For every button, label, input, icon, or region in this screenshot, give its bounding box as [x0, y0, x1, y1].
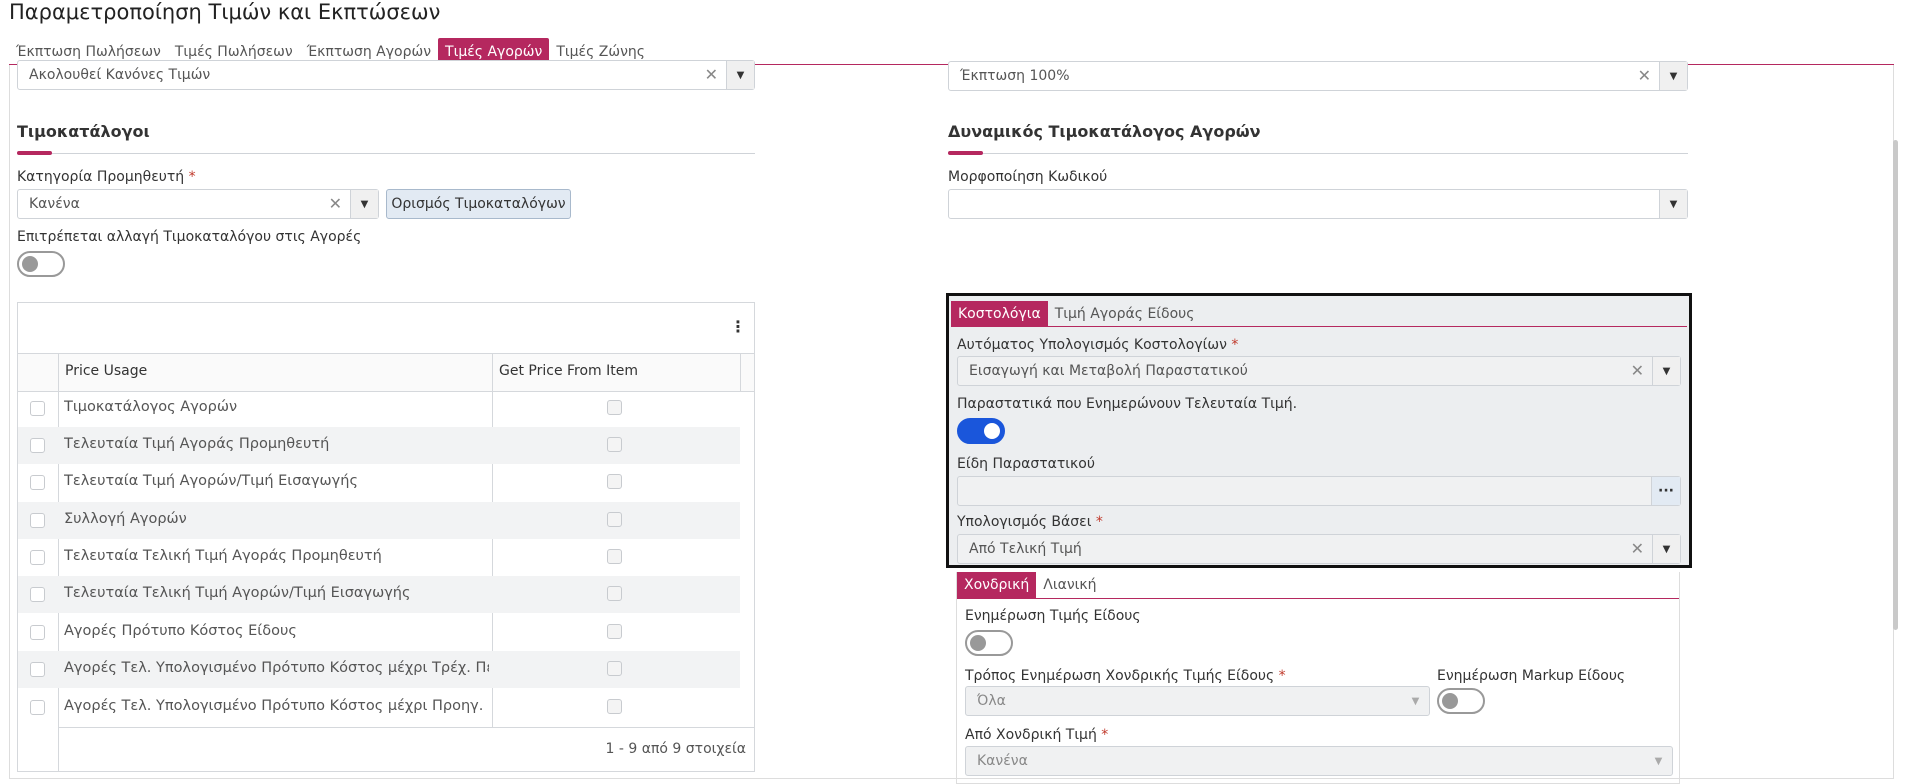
clear-icon[interactable]: ✕	[1631, 535, 1644, 563]
ellipsis-icon[interactable]: ···	[1651, 477, 1680, 505]
calc-basis-label: Υπολογισμός Βάσει *	[957, 514, 1103, 530]
chevron-down-icon[interactable]: ▼	[1652, 357, 1680, 385]
row-checkbox[interactable]	[30, 438, 45, 453]
column-header-price-usage[interactable]: Price Usage	[65, 363, 147, 379]
section-accent	[948, 151, 983, 155]
allow-change-toggle[interactable]	[17, 251, 65, 277]
row-checkbox[interactable]	[30, 700, 45, 715]
row-checkbox[interactable]	[30, 401, 45, 416]
from-wholesale-label: Από Χονδρική Τιμή *	[965, 727, 1109, 743]
table-row[interactable]: Αγορές Πρότυπο Κόστος Είδους	[18, 614, 740, 651]
section-divider	[948, 153, 1688, 154]
tab-wholesale[interactable]: Χονδρική	[957, 572, 1037, 598]
row-checkbox[interactable]	[30, 625, 45, 640]
get-price-checkbox	[607, 474, 622, 489]
from-wholesale-select[interactable]: Κανένα ▼	[965, 746, 1673, 776]
update-item-price-toggle[interactable]	[965, 630, 1013, 656]
section-accent	[17, 151, 52, 155]
pager-info: 1 - 9 από 9 στοιχεία	[605, 741, 746, 757]
get-price-checkbox	[607, 400, 622, 415]
price-update-panel: Χονδρική Λιανική Ενημέρωση Τιμής Είδους …	[956, 572, 1680, 784]
grid-header: Price Usage Get Price From Item	[18, 353, 754, 392]
table-row[interactable]: Τελευταία Τελική Τιμή Αγορών/Τιμή Εισαγω…	[18, 576, 740, 613]
table-row[interactable]: Τελευταία Τιμή Αγορών/Τιμή Εισαγωγής	[18, 464, 740, 501]
kebab-icon[interactable]: ⋮	[730, 317, 746, 336]
row-checkbox[interactable]	[30, 513, 45, 528]
chevron-down-icon[interactable]: ▼	[1652, 535, 1680, 563]
table-row[interactable]: Τελευταία Τελική Τιμή Αγοράς Προμηθευτή	[18, 539, 740, 576]
code-format-select[interactable]: ▼	[948, 189, 1688, 219]
discount-select[interactable]: Έκπτωση 100% ✕ ▼	[948, 61, 1688, 91]
price-tabs: Χονδρική Λιανική	[957, 572, 1104, 598]
chevron-down-icon[interactable]: ▼	[726, 61, 754, 89]
docs-update-toggle[interactable]	[957, 418, 1005, 444]
pricelists-section-title: Τιμοκατάλογοι	[17, 122, 150, 141]
dynamic-pricelist-section-title: Δυναμικός Τιμοκατάλογος Αγορών	[948, 122, 1261, 141]
tab-costings[interactable]: Κοστολόγια	[951, 301, 1048, 327]
section-divider	[17, 153, 755, 154]
markup-toggle[interactable]	[1437, 688, 1485, 714]
wholesale-mode-label: Τρόπος Ενημέρωση Χονδρικής Τιμής Είδους …	[965, 668, 1286, 684]
scrollbar-thumb[interactable]	[1893, 140, 1898, 630]
clear-icon[interactable]: ✕	[329, 190, 342, 218]
table-row[interactable]: Τελευταία Τιμή Αγοράς Προμηθευτή	[18, 427, 740, 464]
clear-icon[interactable]: ✕	[1638, 62, 1651, 90]
table-row[interactable]: Συλλογή Αγορών	[18, 502, 740, 539]
define-pricelists-button[interactable]: Ορισμός Τιμοκαταλόγων	[386, 189, 571, 219]
docs-update-label: Παραστατικά που Ενημερώνουν Τελευταία Τι…	[957, 396, 1298, 412]
chevron-down-icon[interactable]: ▼	[350, 190, 378, 218]
auto-calc-select[interactable]: Εισαγωγή και Μεταβολή Παραστατικού ✕ ▼	[957, 356, 1681, 386]
price-usage-grid: ⋮ Price Usage Get Price From Item Τιμοκα…	[17, 302, 755, 772]
row-checkbox[interactable]	[30, 587, 45, 602]
row-checkbox[interactable]	[30, 475, 45, 490]
get-price-checkbox	[607, 624, 622, 639]
get-price-checkbox	[607, 549, 622, 564]
update-item-price-label: Ενημέρωση Τιμής Είδους	[965, 608, 1141, 624]
table-row[interactable]: Τιμοκατάλογος Αγορών	[18, 390, 740, 427]
row-checkbox[interactable]	[30, 662, 45, 677]
get-price-checkbox	[607, 586, 622, 601]
auto-calc-label: Αυτόματος Υπολογισμός Κοστολογίων *	[957, 337, 1239, 353]
supplier-category-select[interactable]: Κανένα ✕ ▼	[17, 189, 379, 219]
chevron-down-icon[interactable]: ▼	[1659, 62, 1687, 90]
chevron-down-icon[interactable]: ▼	[1402, 687, 1429, 715]
get-price-checkbox	[607, 512, 622, 527]
supplier-category-label: Κατηγορία Προμηθευτή *	[17, 169, 196, 185]
get-price-checkbox	[607, 699, 622, 714]
doc-types-label: Είδη Παραστατικού	[957, 456, 1095, 472]
page-title: Παραμετροποίηση Τιμών και Εκπτώσεων	[9, 0, 441, 24]
markup-label: Ενημέρωση Markup Είδους	[1437, 668, 1626, 684]
get-price-checkbox	[607, 437, 622, 452]
doc-types-field[interactable]: ···	[957, 476, 1681, 506]
costing-panel: Κοστολόγια Τιμή Αγοράς Είδους Αυτόματος …	[946, 293, 1692, 568]
calc-basis-select[interactable]: Από Τελική Τιμή ✕ ▼	[957, 534, 1681, 564]
get-price-checkbox	[607, 661, 622, 676]
column-header-get-price[interactable]: Get Price From Item	[499, 363, 638, 379]
table-row[interactable]: Αγορές Τελ. Υπολογισμένο Πρότυπο Κόστος …	[18, 651, 740, 688]
clear-icon[interactable]: ✕	[1631, 357, 1644, 385]
tab-retail[interactable]: Λιανική	[1036, 572, 1103, 598]
tab-item-purchase-price[interactable]: Τιμή Αγοράς Είδους	[1048, 301, 1202, 327]
allow-change-label: Επιτρέπεται αλλαγή Τιμοκαταλόγου στις Αγ…	[17, 229, 362, 245]
table-row[interactable]: Αγορές Τελ. Υπολογισμένο Πρότυπο Κόστος …	[18, 689, 740, 726]
row-checkbox[interactable]	[30, 550, 45, 565]
clear-icon[interactable]: ✕	[705, 61, 718, 89]
chevron-down-icon[interactable]: ▼	[1659, 190, 1687, 218]
code-format-label: Μορφοποίηση Κωδικού	[948, 169, 1108, 185]
chevron-down-icon[interactable]: ▼	[1645, 747, 1672, 775]
costing-tabs: Κοστολόγια Τιμή Αγοράς Είδους	[951, 301, 1201, 327]
wholesale-mode-select[interactable]: Όλα ▼	[965, 686, 1430, 716]
price-rules-select[interactable]: Ακολουθεί Κανόνες Τιμών ✕ ▼	[17, 60, 755, 90]
